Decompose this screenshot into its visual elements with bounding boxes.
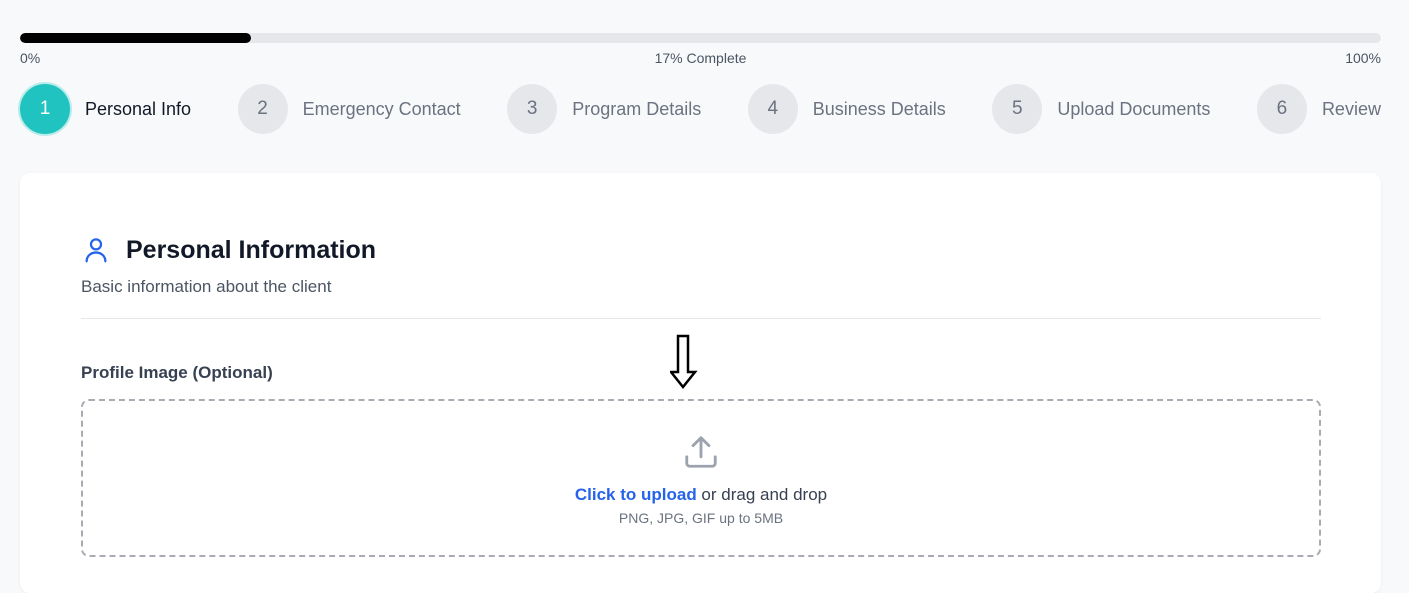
progress-status-label: 17% Complete — [654, 50, 747, 66]
profile-image-dropzone[interactable]: Click to upload or drag and drop PNG, JP… — [81, 399, 1321, 557]
down-arrow-cursor-icon — [670, 334, 698, 390]
step-number: 2 — [237, 84, 288, 134]
stepper: 1 Personal Info 2 Emergency Contact 3 Pr… — [20, 83, 1381, 135]
progress-bar-fill — [20, 33, 252, 43]
step-business-details[interactable]: 4 Business Details — [747, 84, 946, 134]
progress-bar — [20, 33, 1381, 43]
profile-image-label: Profile Image (Optional) — [81, 363, 273, 382]
user-icon — [81, 235, 111, 265]
step-label: Business Details — [812, 98, 946, 119]
step-program-details[interactable]: 3 Program Details — [507, 84, 701, 134]
step-label: Program Details — [572, 98, 702, 119]
click-to-upload-link[interactable]: Click to upload — [575, 485, 697, 504]
form-card: Personal Information Basic information a… — [20, 173, 1381, 593]
section-header: Personal Information — [81, 235, 376, 265]
step-number: 6 — [1256, 84, 1307, 134]
step-review[interactable]: 6 Review — [1256, 84, 1381, 134]
step-number: 5 — [992, 84, 1043, 134]
file-type-hint: PNG, JPG, GIF up to 5MB — [618, 510, 784, 526]
section-title: Personal Information — [126, 235, 377, 264]
dropzone-instructions: Click to upload or drag and drop — [83, 485, 1319, 505]
progress-section: 0% 17% Complete 100% — [20, 33, 1381, 70]
progress-labels: 0% 17% Complete 100% — [20, 50, 1381, 70]
section-subtitle: Basic information about the client — [81, 277, 332, 296]
progress-end-label: 100% — [1345, 50, 1381, 66]
step-label: Upload Documents — [1057, 98, 1211, 119]
progress-start-label: 0% — [20, 50, 41, 66]
step-label: Review — [1321, 98, 1381, 119]
step-number: 1 — [20, 84, 70, 134]
step-label: Personal Info — [85, 98, 192, 119]
step-label: Emergency Contact — [302, 98, 461, 119]
step-number: 4 — [747, 84, 798, 134]
drag-drop-text: or drag and drop — [696, 485, 828, 504]
step-emergency-contact[interactable]: 2 Emergency Contact — [237, 84, 461, 134]
divider — [81, 318, 1321, 319]
step-upload-documents[interactable]: 5 Upload Documents — [992, 84, 1210, 134]
upload-icon — [682, 433, 720, 471]
step-number: 3 — [507, 84, 558, 134]
step-personal-info[interactable]: 1 Personal Info — [20, 84, 191, 134]
